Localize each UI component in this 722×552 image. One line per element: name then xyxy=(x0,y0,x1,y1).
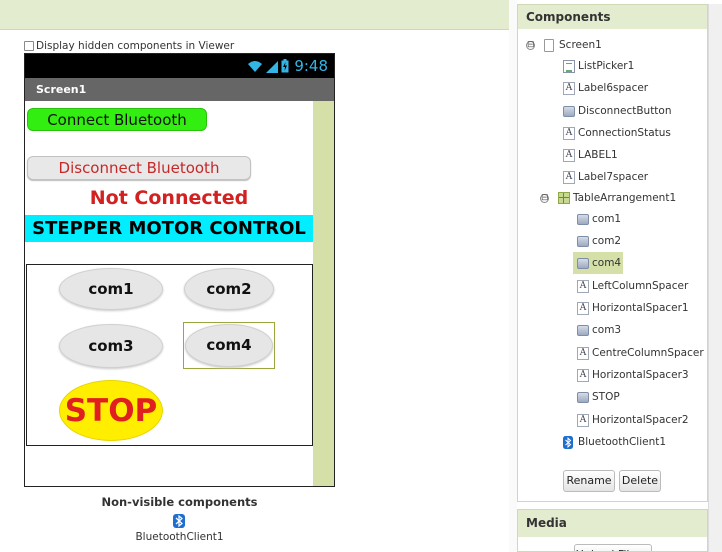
tree-item-horizontalspacer3[interactable]: A HorizontalSpacer3 xyxy=(577,366,689,384)
tree-item-centrecolumnspacer[interactable]: A CentreColumnSpacer xyxy=(577,344,704,362)
com1-button[interactable]: com1 xyxy=(59,268,163,310)
tree-item-label: ConnectionStatus xyxy=(578,127,671,139)
tree-item-label: Label6spacer xyxy=(578,82,649,94)
tree-item-label: CentreColumnSpacer xyxy=(592,347,704,359)
tree-item-label: DisconnectButton xyxy=(578,105,672,117)
tree-item-com1[interactable]: com1 xyxy=(577,210,621,228)
tree-item-label: STOP xyxy=(592,391,620,403)
delete-button[interactable]: Delete xyxy=(619,470,661,492)
tree-item-label: com2 xyxy=(592,235,622,247)
tree-item-label: com3 xyxy=(592,324,622,336)
label-icon: A xyxy=(563,126,575,140)
display-hidden-label: Display hidden components in Viewer xyxy=(36,40,235,52)
tree-item-bluetoothclient1[interactable]: BluetoothClient1 xyxy=(563,433,666,451)
tree-item-horizontalspacer2[interactable]: A HorizontalSpacer2 xyxy=(577,411,689,429)
tree-item-label: HorizontalSpacer3 xyxy=(592,369,689,381)
tree-item-stop[interactable]: STOP xyxy=(577,388,620,406)
battery-icon xyxy=(281,59,289,73)
tree-item-label: HorizontalSpacer1 xyxy=(592,302,689,314)
screen-side-strip xyxy=(313,101,334,486)
status-time: 9:48 xyxy=(294,57,328,75)
label-icon: A xyxy=(577,368,589,382)
connect-bluetooth-listpicker[interactable]: Connect Bluetooth xyxy=(27,108,207,131)
tree-item-connectionstatus[interactable]: A ConnectionStatus xyxy=(563,124,671,142)
tree-item-com4[interactable]: com4 xyxy=(573,252,624,274)
label-icon: A xyxy=(577,301,589,315)
phone-status-bar: 9:48 xyxy=(25,54,334,78)
button-icon xyxy=(577,213,589,225)
tree-item-label1[interactable]: A LABEL1 xyxy=(563,146,618,164)
phone-viewer: 9:48 Screen1 Connect Bluetooth Disconnec… xyxy=(24,53,335,487)
panel-divider xyxy=(509,0,517,552)
tree-item-tablearrangement1[interactable]: ⊟ TableArrangement1 xyxy=(540,189,676,207)
com2-button[interactable]: com2 xyxy=(184,268,274,310)
rename-button[interactable]: Rename xyxy=(563,470,615,492)
collapse-toggle-icon[interactable]: ⊟ xyxy=(526,40,535,50)
screen-icon xyxy=(544,38,554,52)
tree-item-label: TableArrangement1 xyxy=(573,192,677,204)
tree-item-label: Label7spacer xyxy=(578,171,649,183)
tree-item-label6spacer[interactable]: A Label6spacer xyxy=(563,79,648,97)
com3-button[interactable]: com3 xyxy=(59,324,163,368)
display-hidden-checkbox[interactable] xyxy=(24,41,34,51)
stop-button[interactable]: STOP xyxy=(59,380,163,441)
tree-item-disconnectbutton[interactable]: DisconnectButton xyxy=(563,102,672,120)
wifi-icon xyxy=(248,60,263,72)
label-icon: A xyxy=(563,81,575,95)
label-icon: A xyxy=(577,346,589,360)
viewer-toolbar xyxy=(0,0,509,30)
stepper-motor-header-label: STEPPER MOTOR CONTROL xyxy=(25,215,313,242)
tree-item-com2[interactable]: com2 xyxy=(577,232,621,250)
components-panel-title: Components xyxy=(518,5,707,29)
button-icon xyxy=(577,257,589,269)
tree-item-leftcolumnspacer[interactable]: A LeftColumnSpacer xyxy=(577,277,688,295)
button-icon xyxy=(577,324,589,336)
tree-item-listpicker1[interactable]: ListPicker1 xyxy=(563,57,634,75)
tree-item-label: Screen1 xyxy=(559,39,602,51)
signal-icon xyxy=(266,60,279,73)
media-panel-title: Media xyxy=(518,510,707,537)
table-arrangement-icon xyxy=(558,192,570,204)
tree-item-label: com1 xyxy=(592,213,622,225)
screen-title-bar: Screen1 xyxy=(25,78,334,101)
com4-button[interactable]: com4 xyxy=(185,324,273,367)
non-visible-item-bluetoothclient1[interactable]: BluetoothClient1 xyxy=(24,531,335,543)
page-scrollbar[interactable] xyxy=(708,4,722,552)
tree-item-label: LABEL1 xyxy=(578,149,618,161)
label-icon: A xyxy=(563,170,575,184)
label-icon: A xyxy=(577,413,589,427)
button-icon xyxy=(577,391,589,403)
upload-file-button[interactable]: Upload File ... xyxy=(574,544,652,551)
bluetooth-icon[interactable] xyxy=(172,514,186,528)
tree-item-label: HorizontalSpacer2 xyxy=(592,414,689,426)
label-icon: A xyxy=(577,279,589,293)
button-icon xyxy=(577,235,589,247)
media-panel: Media Upload File ... xyxy=(517,509,708,552)
tree-item-horizontalspacer1[interactable]: A HorizontalSpacer1 xyxy=(577,299,689,317)
bluetooth-icon xyxy=(563,435,573,449)
non-visible-components-title: Non-visible components xyxy=(101,495,258,509)
tree-item-label: LeftColumnSpacer xyxy=(592,280,689,292)
tree-item-com3[interactable]: com3 xyxy=(577,321,621,339)
display-hidden-components-row[interactable]: Display hidden components in Viewer xyxy=(24,39,234,53)
table-arrangement[interactable]: com1 com2 com3 com4 STOP xyxy=(26,264,313,446)
disconnect-bluetooth-button[interactable]: Disconnect Bluetooth xyxy=(27,156,251,180)
label-icon: A xyxy=(563,148,575,162)
collapse-toggle-icon[interactable]: ⊟ xyxy=(540,193,549,203)
connection-status-label: Not Connected xyxy=(89,187,249,209)
tree-item-label: BluetoothClient1 xyxy=(578,436,667,448)
com4-selection-outline: com4 xyxy=(183,322,275,369)
tree-item-screen1[interactable]: ⊟ Screen1 xyxy=(526,36,602,54)
tree-item-label7spacer[interactable]: A Label7spacer xyxy=(563,168,648,186)
button-icon xyxy=(563,105,575,117)
tree-item-label: com4 xyxy=(592,257,622,269)
tree-item-label: ListPicker1 xyxy=(578,60,635,72)
listpicker-icon xyxy=(563,59,575,73)
